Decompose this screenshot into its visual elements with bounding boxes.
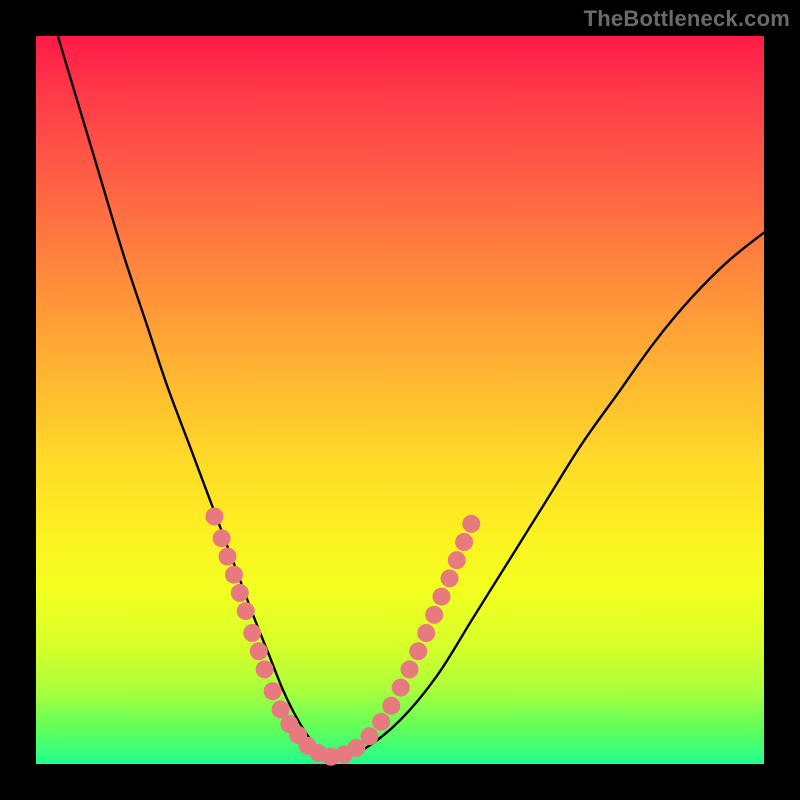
bottleneck-chart-svg — [36, 36, 764, 764]
data-marker — [433, 588, 451, 606]
data-marker — [360, 727, 378, 745]
data-marker — [455, 533, 473, 551]
data-marker — [382, 697, 400, 715]
chart-frame: TheBottleneck.com — [0, 0, 800, 800]
data-marker — [250, 642, 268, 660]
data-marker — [237, 602, 255, 620]
data-marker — [462, 515, 480, 533]
data-marker — [372, 713, 390, 731]
data-marker — [256, 660, 274, 678]
watermark-text: TheBottleneck.com — [584, 6, 790, 32]
data-marker — [401, 660, 419, 678]
data-marker — [205, 508, 223, 526]
data-marker — [425, 606, 443, 624]
data-marker — [392, 679, 410, 697]
plot-area — [36, 36, 764, 764]
data-marker — [219, 548, 237, 566]
data-marker — [448, 551, 466, 569]
data-marker — [409, 642, 427, 660]
data-marker — [417, 624, 435, 642]
data-marker — [225, 566, 243, 584]
data-marker — [243, 624, 261, 642]
data-marker — [213, 529, 231, 547]
data-marker — [231, 584, 249, 602]
data-marker — [264, 682, 282, 700]
marker-group — [205, 508, 480, 766]
data-marker — [441, 569, 459, 587]
